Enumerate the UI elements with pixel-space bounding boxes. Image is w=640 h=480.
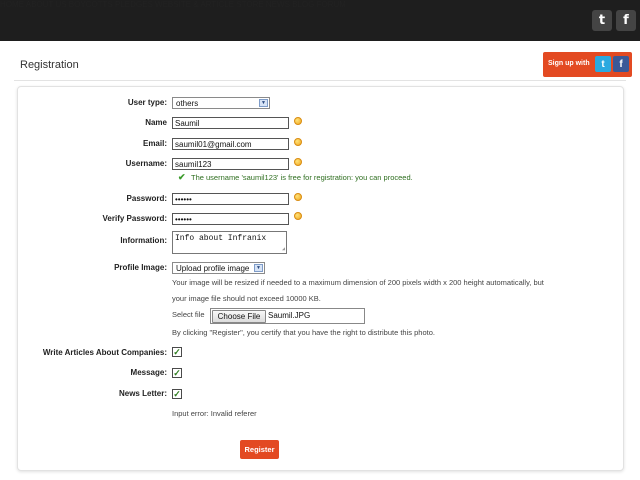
profile-image-select-value: Upload profile image bbox=[176, 264, 250, 273]
info-icon bbox=[294, 138, 302, 146]
info-icon bbox=[294, 117, 302, 125]
nav-about-us[interactable]: ABOUT US bbox=[26, 0, 67, 9]
name-field[interactable]: Saumil bbox=[172, 117, 289, 129]
signup-twitter-icon[interactable]: t bbox=[595, 56, 611, 72]
page-title: Registration bbox=[20, 59, 79, 71]
write-articles-checkbox[interactable]: ✓ bbox=[172, 347, 182, 357]
information-textarea[interactable]: Info about Infranix ◢ bbox=[172, 231, 287, 254]
chevron-down-icon: ▼ bbox=[259, 99, 268, 107]
name-label: Name bbox=[145, 118, 167, 127]
username-label: Username: bbox=[125, 159, 167, 168]
password-label: Password: bbox=[126, 194, 167, 203]
nav-pledges[interactable]: PLEDGES bbox=[115, 0, 153, 9]
certify-note: By clicking "Register", you certify that… bbox=[172, 328, 435, 337]
signup-label: Sign up with bbox=[548, 60, 590, 67]
message-checkbox[interactable]: ✓ bbox=[172, 368, 182, 378]
input-error-text: Input error: Invalid referer bbox=[172, 409, 257, 418]
info-icon bbox=[294, 158, 302, 166]
profile-image-select[interactable]: Upload profile image ▼ bbox=[172, 262, 265, 274]
info-icon bbox=[294, 193, 302, 201]
top-navigation-bar: HOME ABOUT US BOYCOTTS PLEDGES WEBSITE &… bbox=[0, 0, 640, 41]
newsletter-label: News Letter: bbox=[118, 389, 167, 398]
nav-home[interactable]: HOME bbox=[0, 0, 24, 9]
write-articles-label: Write Articles About Companies: bbox=[42, 348, 167, 357]
info-icon bbox=[294, 212, 302, 220]
register-button[interactable]: Register bbox=[240, 440, 279, 459]
resize-note-line1: Your image will be resized if needed to … bbox=[172, 278, 544, 287]
choose-file-button[interactable]: Choose File bbox=[212, 310, 266, 323]
chevron-down-icon: ▼ bbox=[254, 264, 263, 272]
password-field[interactable]: •••••• bbox=[172, 193, 289, 205]
verify-password-field[interactable]: •••••• bbox=[172, 213, 289, 225]
email-label: Email: bbox=[142, 139, 167, 148]
user-type-select[interactable]: others ▼ bbox=[172, 97, 270, 109]
select-file-label: Select file bbox=[172, 310, 205, 319]
resize-handle-icon[interactable]: ◢ bbox=[282, 247, 285, 252]
nav-website-article[interactable]: WEBSITE & ARTICLE bbox=[155, 0, 234, 9]
resize-note-line2: your image file should not exceed 10000 … bbox=[172, 294, 321, 303]
header-divider bbox=[14, 80, 626, 81]
user-type-value: others bbox=[176, 99, 199, 108]
newsletter-checkbox[interactable]: ✓ bbox=[172, 389, 182, 399]
nav-forum[interactable]: FORUM bbox=[317, 0, 346, 9]
information-label: Information: bbox=[120, 236, 167, 245]
nav-store[interactable]: STORE bbox=[236, 0, 263, 9]
facebook-icon[interactable]: f bbox=[616, 10, 636, 31]
message-label: Message: bbox=[130, 368, 167, 377]
twitter-icon[interactable]: t bbox=[592, 10, 612, 31]
nav-blog[interactable]: BLOG bbox=[292, 0, 314, 9]
checkmark-icon: ✔ bbox=[178, 172, 186, 182]
user-type-label: User type: bbox=[127, 98, 167, 107]
email-field[interactable]: saumil01@gmail.com bbox=[172, 138, 289, 150]
nav-news[interactable]: NEWS bbox=[266, 0, 290, 9]
signup-facebook-icon[interactable]: f bbox=[613, 56, 629, 72]
selected-file-name: Saumil.JPG bbox=[268, 311, 311, 320]
verify-password-label: Verify Password: bbox=[102, 214, 167, 223]
username-field[interactable]: saumil123 bbox=[172, 158, 289, 170]
username-available-message: The username 'saumil123' is free for reg… bbox=[191, 173, 413, 182]
signup-social-button[interactable]: Sign up with t f bbox=[543, 52, 632, 77]
nav-boycotts[interactable]: BOYCOTTS bbox=[69, 0, 113, 9]
information-value: Info about Infranix bbox=[175, 234, 267, 243]
profile-image-label: Profile Image: bbox=[114, 263, 167, 272]
